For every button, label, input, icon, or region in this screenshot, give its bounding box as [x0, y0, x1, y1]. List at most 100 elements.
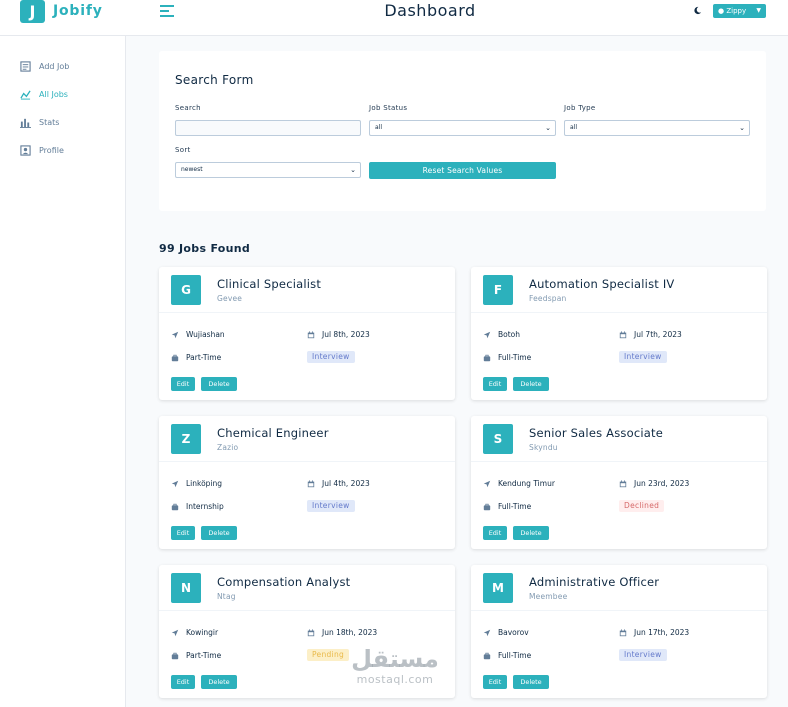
- job-date: Jun 23rd, 2023: [619, 479, 689, 488]
- jobs-found-count: 99 Jobs Found: [159, 242, 251, 255]
- job-type-label: Job Type: [564, 104, 596, 112]
- job-type-select[interactable]: all ⌄: [564, 120, 750, 136]
- job-position: Chemical Engineer: [217, 426, 329, 440]
- job-avatar: F: [483, 275, 513, 305]
- job-card: Z Chemical Engineer Zazio Linköping Jul 4th,…: [159, 416, 455, 549]
- user-name: Zippy: [726, 7, 747, 15]
- job-type: Part-Time: [171, 651, 221, 660]
- sidebar-item-label: Stats: [39, 117, 60, 127]
- edit-button[interactable]: Edit: [171, 377, 195, 391]
- job-location-text: Wujiashan: [186, 330, 225, 339]
- job-header: S Senior Sales Associate Skyndu: [471, 416, 767, 462]
- job-avatar: Z: [171, 424, 201, 454]
- logo-text: Jobify: [53, 3, 103, 19]
- reset-search-button[interactable]: Reset Search Values: [369, 162, 556, 179]
- job-avatar: N: [171, 573, 201, 603]
- sidebar-item-profile[interactable]: Profile: [20, 143, 64, 157]
- job-type-text: Full-Time: [498, 502, 532, 511]
- edit-button[interactable]: Edit: [171, 526, 195, 540]
- sidebar-item-label: Add Job: [39, 61, 70, 71]
- location-arrow-icon: [171, 331, 179, 338]
- job-position: Compensation Analyst: [217, 575, 351, 589]
- calendar-icon: [619, 330, 627, 338]
- profile-icon: [20, 144, 31, 156]
- job-date-text: Jul 7th, 2023: [634, 330, 682, 339]
- search-form-title: Search Form: [175, 73, 254, 87]
- job-type: Full-Time: [483, 353, 531, 362]
- job-type-text: Full-Time: [498, 353, 532, 362]
- calendar-icon: [307, 479, 315, 487]
- delete-button[interactable]: Delete: [513, 377, 549, 391]
- briefcase-icon: [483, 354, 491, 361]
- status-badge: Interview: [619, 351, 667, 363]
- search-label: Search: [175, 104, 201, 112]
- moon-icon[interactable]: [693, 6, 702, 18]
- search-form: Search Form Search Job Status all ⌄ Job …: [159, 51, 766, 211]
- job-date-text: Jul 8th, 2023: [322, 330, 370, 339]
- form-icon: [20, 60, 31, 72]
- chevron-down-icon: ⌄: [739, 124, 745, 132]
- job-card: F Automation Specialist IV Feedspan Botoh Ju…: [471, 267, 767, 400]
- delete-button[interactable]: Delete: [513, 675, 549, 689]
- top-navbar: J Jobify Dashboard ● Zippy ▼: [0, 0, 788, 36]
- job-avatar: M: [483, 573, 513, 603]
- user-menu-button[interactable]: ● Zippy ▼: [713, 4, 766, 18]
- location-arrow-icon: [171, 480, 179, 487]
- job-date: Jul 7th, 2023: [619, 330, 682, 339]
- job-status-value: all: [375, 124, 383, 131]
- job-type: Full-Time: [483, 502, 531, 511]
- calendar-icon: [307, 628, 315, 636]
- delete-button[interactable]: Delete: [201, 675, 237, 689]
- job-position: Senior Sales Associate: [529, 426, 663, 440]
- location-arrow-icon: [483, 480, 491, 487]
- search-input[interactable]: [175, 120, 361, 136]
- status-badge: Interview: [307, 351, 355, 363]
- calendar-icon: [307, 330, 315, 338]
- job-card: G Clinical Specialist Gevee Wujiashan Jul 8t…: [159, 267, 455, 400]
- sidebar-item-add-job[interactable]: Add Job: [20, 59, 69, 73]
- sidebar-item-stats[interactable]: Stats: [20, 115, 59, 129]
- job-avatar: G: [171, 275, 201, 305]
- job-avatar: S: [483, 424, 513, 454]
- location-arrow-icon: [483, 331, 491, 338]
- calendar-icon: [619, 479, 627, 487]
- edit-button[interactable]: Edit: [483, 675, 507, 689]
- job-type-text: Part-Time: [186, 353, 222, 362]
- page-title: Dashboard: [384, 1, 476, 20]
- chevron-down-icon: ⌄: [545, 124, 551, 132]
- watermark-arabic: مستقل: [351, 645, 439, 673]
- job-position: Administrative Officer: [529, 575, 660, 589]
- job-header: M Administrative Officer Meembee: [471, 565, 767, 611]
- sort-select[interactable]: newest ⌄: [175, 162, 361, 178]
- job-status-select[interactable]: all ⌄: [369, 120, 556, 136]
- job-date-text: Jul 4th, 2023: [322, 479, 370, 488]
- sidebar: Add Job All Jobs Stats Profile: [0, 36, 126, 707]
- sidebar-item-all-jobs[interactable]: All Jobs: [20, 87, 68, 101]
- edit-button[interactable]: Edit: [483, 526, 507, 540]
- sidebar-item-label: Profile: [39, 145, 64, 155]
- job-company: Feedspan: [529, 294, 567, 303]
- sidebar-toggle-button[interactable]: [160, 5, 174, 17]
- job-location: Wujiashan: [171, 330, 225, 339]
- delete-button[interactable]: Delete: [513, 526, 549, 540]
- briefcase-icon: [483, 503, 491, 510]
- job-date: Jun 17th, 2023: [619, 628, 689, 637]
- job-company: Zazio: [217, 443, 239, 452]
- job-location: Botoh: [483, 330, 520, 339]
- job-company: Ntag: [217, 592, 236, 601]
- delete-button[interactable]: Delete: [201, 377, 237, 391]
- job-location-text: Linköping: [186, 479, 223, 488]
- briefcase-icon: [171, 354, 179, 361]
- job-card: M Administrative Officer Meembee Bavorov Jun…: [471, 565, 767, 698]
- job-type-value: all: [570, 124, 578, 131]
- sort-label: Sort: [175, 146, 191, 154]
- job-date: Jun 18th, 2023: [307, 628, 377, 637]
- job-location-text: Kendung Timur: [498, 479, 555, 488]
- edit-button[interactable]: Edit: [171, 675, 195, 689]
- edit-button[interactable]: Edit: [483, 377, 507, 391]
- delete-button[interactable]: Delete: [201, 526, 237, 540]
- status-badge: Pending: [307, 649, 350, 661]
- job-date-text: Jun 17th, 2023: [634, 628, 690, 637]
- calendar-icon: [619, 628, 627, 636]
- job-card: S Senior Sales Associate Skyndu Kendung Tim…: [471, 416, 767, 549]
